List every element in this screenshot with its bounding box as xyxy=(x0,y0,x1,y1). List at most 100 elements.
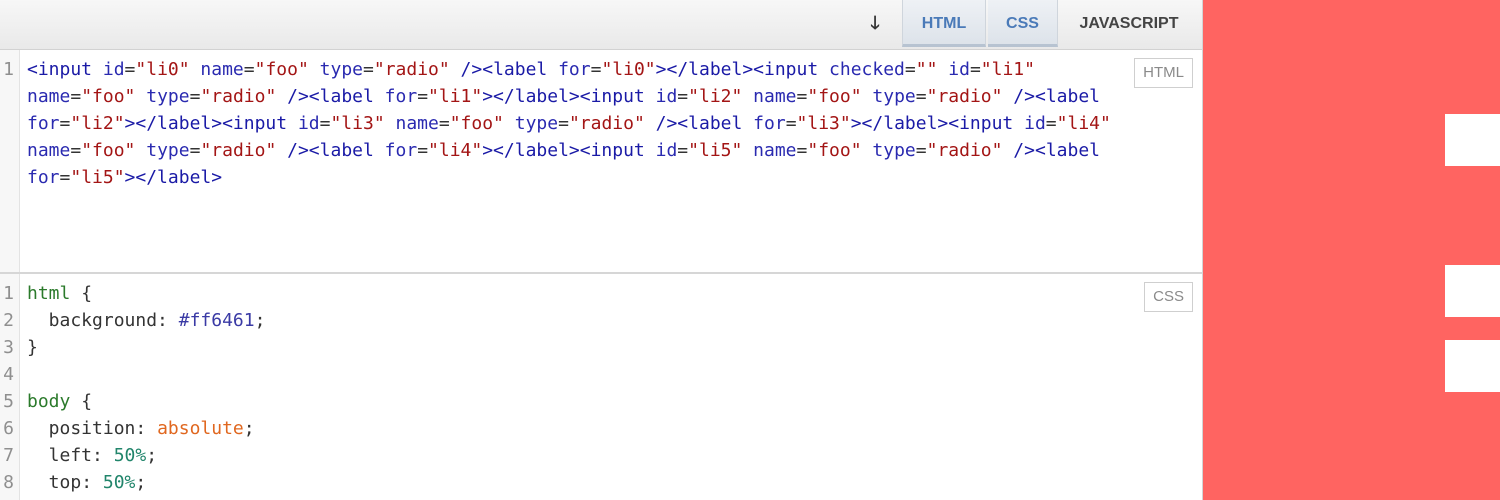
code-token: ; xyxy=(146,445,158,466)
line-number: 1 xyxy=(3,59,14,80)
code-token: /><label xyxy=(1002,86,1101,107)
code-token: = xyxy=(915,140,927,161)
css-editor-pane[interactable]: 1 html {2 background: #ff6461; 3} 4 5 body {… xyxy=(0,274,1202,500)
code-token: "li5" xyxy=(70,167,125,188)
code-token: for xyxy=(753,113,786,134)
code-token: = xyxy=(189,140,201,161)
code-token: html xyxy=(27,283,71,304)
code-token: body xyxy=(27,391,71,412)
code-token: "li1" xyxy=(980,59,1035,80)
code-token: "foo" xyxy=(807,140,862,161)
preview-bar xyxy=(1445,114,1500,166)
code-token: for xyxy=(384,140,418,161)
code-line: for="li5"></label> xyxy=(0,164,1202,191)
code-token: : xyxy=(92,445,114,466)
code-token: "radio" xyxy=(200,140,277,161)
line-number: 7 xyxy=(3,445,14,466)
line-number: 2 xyxy=(3,310,14,331)
code-token: = xyxy=(319,113,331,134)
code-token: "li0" xyxy=(135,59,190,80)
code-token: "radio" xyxy=(926,140,1003,161)
code-token: for xyxy=(27,167,60,188)
code-token: : xyxy=(157,310,179,331)
code-line: 1 html { xyxy=(0,280,1202,307)
arrow-down-icon[interactable]: 🡓 xyxy=(858,0,892,47)
code-token: "li3" xyxy=(796,113,851,134)
code-token: = xyxy=(796,86,808,107)
code-token: id xyxy=(297,113,320,134)
code-token: = xyxy=(590,59,602,80)
code-token: = xyxy=(243,59,255,80)
code-token: left xyxy=(27,445,93,466)
code-token: = xyxy=(59,113,71,134)
css-pane-label: CSS xyxy=(1144,282,1193,312)
code-line: 8 top: 50%; xyxy=(0,469,1202,496)
code-token: 50% xyxy=(113,445,147,466)
code-token: name xyxy=(200,59,244,80)
html-editor-pane[interactable]: 1 <input id="li0" name="foo" type="radio"… xyxy=(0,50,1202,274)
code-token: = xyxy=(677,140,689,161)
code-token: id xyxy=(102,59,125,80)
code-token: id xyxy=(655,86,678,107)
code-token: "foo" xyxy=(81,140,136,161)
code-token: ></label><input xyxy=(124,113,298,134)
code-token: <input xyxy=(27,59,103,80)
code-line: 7 left: 50%; xyxy=(0,442,1202,469)
code-token: = xyxy=(677,86,689,107)
code-token: ; xyxy=(243,418,255,439)
code-token: ></label><input xyxy=(482,86,656,107)
code-token: = xyxy=(417,86,429,107)
code-token: = xyxy=(189,86,201,107)
code-token: "li3" xyxy=(330,113,385,134)
code-token: "li4" xyxy=(428,140,483,161)
css-code[interactable]: 1 html {2 background: #ff6461; 3} 4 5 body {… xyxy=(0,280,1202,496)
code-token: ; xyxy=(254,310,266,331)
code-token: checked xyxy=(829,59,905,80)
code-line: 5 body { xyxy=(0,388,1202,415)
code-token: = xyxy=(70,140,82,161)
code-token: background xyxy=(27,310,158,331)
editor-toolbar: 🡓 HTML CSS JAVASCRIPT xyxy=(0,0,1202,50)
line-number: 4 xyxy=(3,364,14,385)
code-token: = xyxy=(438,113,450,134)
html-pane-label: HTML xyxy=(1134,58,1193,88)
code-token: = xyxy=(363,59,374,80)
code-token: "radio" xyxy=(568,113,645,134)
code-line: 2 background: #ff6461; xyxy=(0,307,1202,334)
tab-css[interactable]: CSS xyxy=(988,0,1058,47)
code-line: 1 <input id="li0" name="foo" type="radio"… xyxy=(0,56,1202,83)
code-token: : xyxy=(81,472,103,493)
code-token: "li1" xyxy=(428,86,483,107)
preview-bar xyxy=(1445,340,1500,392)
code-token: for xyxy=(384,86,418,107)
code-token: = xyxy=(59,167,71,188)
code-token: "" xyxy=(915,59,938,80)
code-line: for="li2"></label><input id="li3" name="… xyxy=(0,110,1202,137)
tab-javascript[interactable]: JAVASCRIPT xyxy=(1062,0,1196,47)
code-token: /><label xyxy=(276,140,385,161)
code-token: absolute xyxy=(157,418,244,439)
code-token: /><label xyxy=(449,59,559,80)
code-token: position xyxy=(27,418,136,439)
code-token: = xyxy=(417,140,429,161)
tab-html[interactable]: HTML xyxy=(902,0,986,47)
code-token: "foo" xyxy=(81,86,136,107)
code-token: "radio" xyxy=(200,86,277,107)
code-line: 4 xyxy=(0,361,1202,388)
code-token: ></label><input xyxy=(655,59,830,80)
code-token: name xyxy=(27,140,71,161)
html-code[interactable]: 1 <input id="li0" name="foo" type="radio"… xyxy=(0,56,1202,191)
code-token: type xyxy=(514,113,559,134)
code-token: 50% xyxy=(102,472,136,493)
code-token: } xyxy=(27,337,38,358)
preview-bar xyxy=(1445,265,1500,317)
code-token: : xyxy=(135,418,158,439)
line-number: 1 xyxy=(3,283,14,304)
code-token: type xyxy=(319,59,364,80)
